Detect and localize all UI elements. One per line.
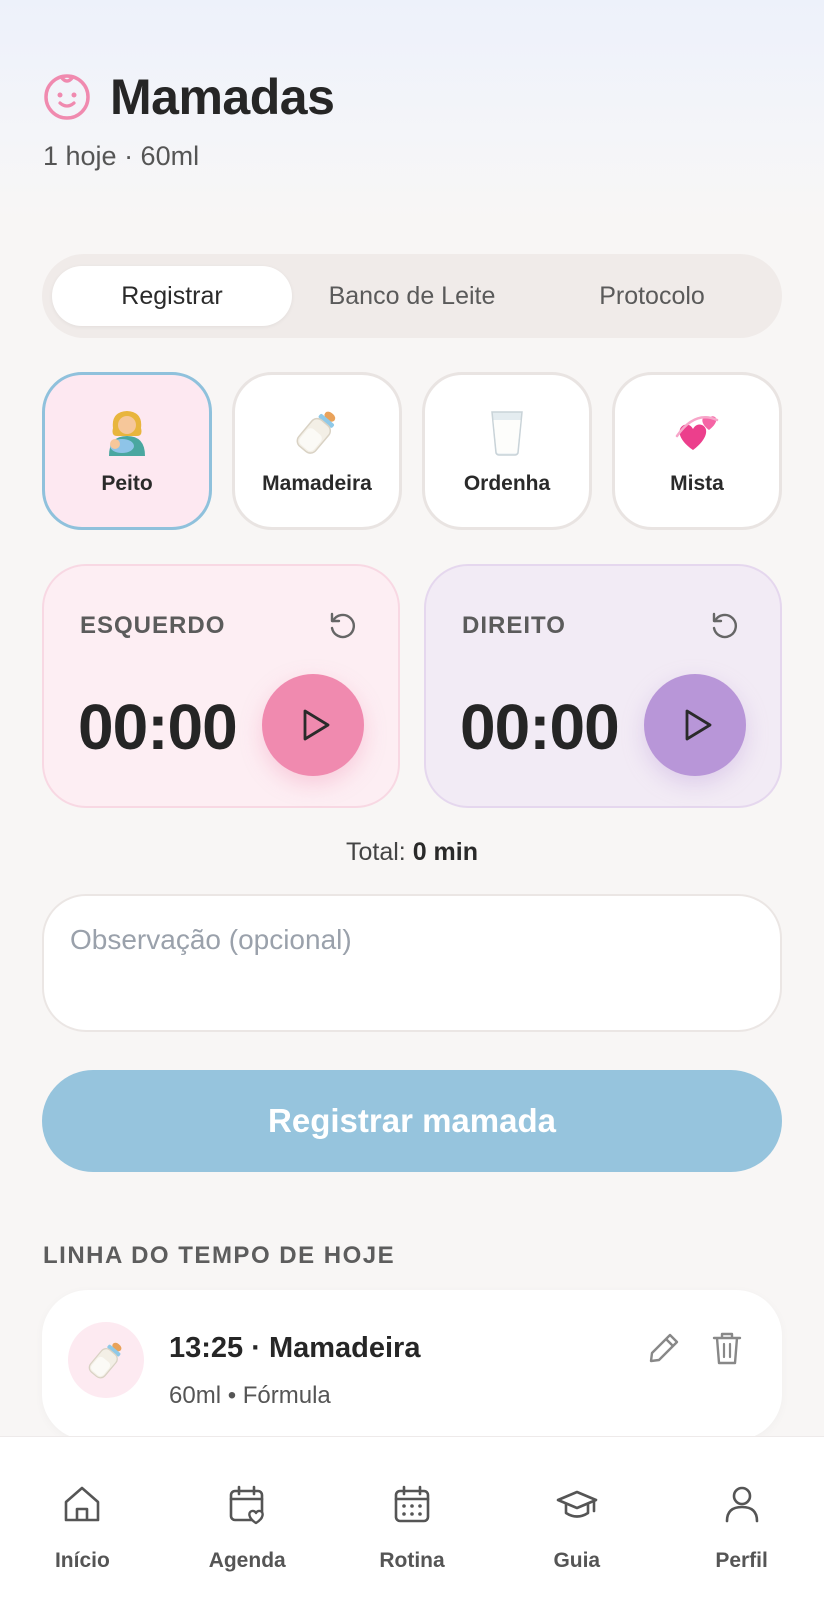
breastfeeding-emoji bbox=[109, 411, 145, 456]
baby-bottle-emoji bbox=[88, 1342, 122, 1379]
reset-icon[interactable] bbox=[326, 609, 358, 641]
timeline-title: LINHA DO TEMPO DE HOJE bbox=[43, 1242, 396, 1269]
total-value: 0 min bbox=[412, 838, 478, 866]
nav-item-perfil[interactable]: Perfil bbox=[659, 1437, 824, 1600]
play-icon bbox=[685, 709, 712, 741]
segmented-tabs: Registrar Banco de Leite Protocolo bbox=[42, 254, 782, 338]
type-card-mista[interactable]: Mista bbox=[612, 372, 782, 530]
calendar-grid-icon bbox=[394, 1485, 430, 1523]
timer-right: DIREITO 00:00 bbox=[424, 564, 782, 808]
play-button-left[interactable] bbox=[262, 674, 364, 776]
entry-subtitle: 60ml • Fórmula bbox=[169, 1382, 331, 1409]
calendar-heart-icon bbox=[229, 1485, 264, 1525]
timer-left: ESQUERDO 00:00 bbox=[42, 564, 400, 808]
nav-item-rotina[interactable]: Rotina bbox=[330, 1437, 495, 1600]
type-label: Mista bbox=[670, 472, 724, 495]
title-row: Mamadas bbox=[42, 68, 335, 126]
total-label: Total: bbox=[345, 838, 406, 866]
reset-icon[interactable] bbox=[708, 609, 740, 641]
revolving-hearts-emoji bbox=[675, 416, 719, 450]
timer-label-right: DIREITO bbox=[462, 612, 566, 639]
nav-label: Rotina bbox=[379, 1549, 445, 1572]
total-duration: Total: 0 min bbox=[0, 838, 824, 867]
type-card-ordenha[interactable]: Ordenha bbox=[422, 372, 592, 530]
tab-registrar[interactable]: Registrar bbox=[52, 266, 292, 326]
entry-avatar bbox=[68, 1322, 144, 1398]
nav-item-guia[interactable]: Guia bbox=[494, 1437, 659, 1600]
feedings-screen: Mamadas 1 hoje · 60ml Registrar Banco de… bbox=[0, 0, 824, 1600]
trash-icon[interactable] bbox=[710, 1330, 744, 1366]
baby-face-icon bbox=[44, 74, 90, 120]
header: Mamadas 1 hoje · 60ml bbox=[0, 0, 824, 222]
play-icon bbox=[303, 709, 330, 741]
nav-label: Perfil bbox=[715, 1549, 768, 1572]
home-icon bbox=[65, 1486, 100, 1522]
tab-protocolo[interactable]: Protocolo bbox=[532, 266, 772, 326]
register-feeding-button[interactable]: Registrar mamada bbox=[42, 1070, 782, 1172]
tab-banco-de-leite[interactable]: Banco de Leite bbox=[292, 266, 532, 326]
type-label: Peito bbox=[101, 472, 153, 495]
timer-time-right: 00:00 bbox=[460, 691, 620, 763]
nav-label: Início bbox=[54, 1549, 110, 1572]
user-icon bbox=[725, 1486, 758, 1523]
type-label: Mamadeira bbox=[262, 472, 372, 495]
type-card-mamadeira[interactable]: Mamadeira bbox=[232, 372, 402, 530]
entry-title: 13:25 · Mamadeira bbox=[169, 1332, 421, 1364]
feeding-type-selector: Peito Mamadeira Ordenha Mista bbox=[42, 372, 782, 530]
nav-item-agenda[interactable]: Agenda bbox=[165, 1437, 330, 1600]
baby-bottle-emoji bbox=[296, 411, 336, 454]
timer-label-left: ESQUERDO bbox=[80, 612, 226, 639]
play-button-right[interactable] bbox=[644, 674, 746, 776]
timeline-entry[interactable]: 13:25 · Mamadeira 60ml • Fórmula bbox=[42, 1290, 782, 1440]
bottom-nav: Início Agenda Rotina Guia Perfil bbox=[0, 1436, 824, 1600]
page-subtitle: 1 hoje · 60ml bbox=[43, 141, 200, 171]
type-card-peito[interactable]: Peito bbox=[42, 372, 212, 530]
type-label: Ordenha bbox=[463, 472, 551, 495]
nav-label: Guia bbox=[553, 1549, 601, 1572]
edit-pencil-icon[interactable] bbox=[646, 1330, 682, 1366]
glass-of-milk-emoji bbox=[491, 411, 523, 456]
timer-time-left: 00:00 bbox=[78, 691, 238, 763]
note-input[interactable] bbox=[42, 894, 782, 1032]
graduation-cap-icon bbox=[556, 1490, 598, 1518]
nav-label: Agenda bbox=[208, 1549, 286, 1572]
page-title: Mamadas bbox=[110, 69, 335, 125]
nav-item-inicio[interactable]: Início bbox=[0, 1437, 165, 1600]
